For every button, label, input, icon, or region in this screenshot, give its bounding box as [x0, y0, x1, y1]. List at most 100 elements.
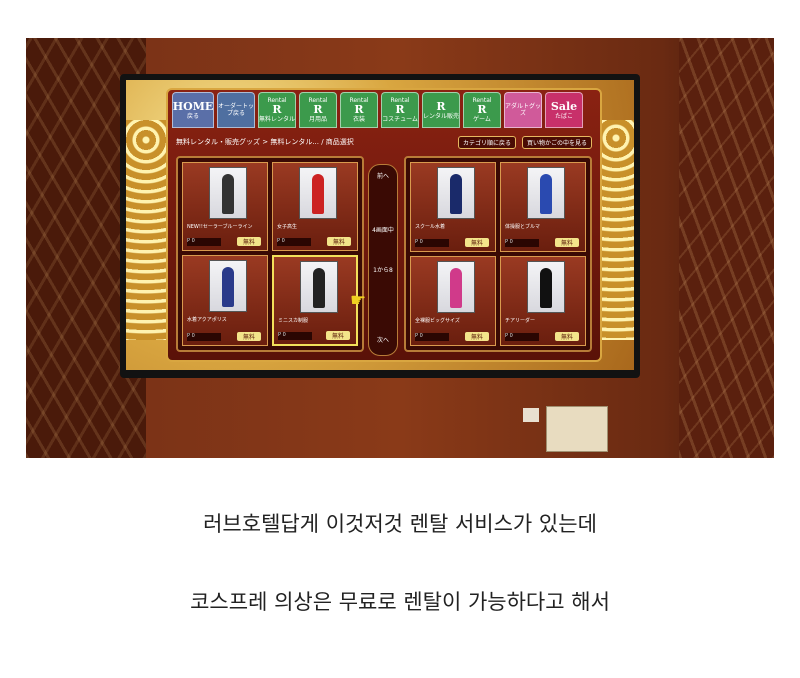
- category-tab-2[interactable]: Rental R 無料レンタル: [258, 92, 296, 128]
- product-label: ミニスカ制服: [278, 318, 309, 324]
- category-tab-3[interactable]: Rental R 月用品: [299, 92, 337, 128]
- page-scroller[interactable]: 前へ 4画面中 1から8 次へ: [368, 164, 398, 356]
- costume-figure: [312, 174, 324, 214]
- product-card[interactable]: 体操服とブルマ P 0 無料: [500, 162, 586, 252]
- price-field: P 0: [278, 332, 312, 340]
- costume-figure: [222, 267, 234, 307]
- costume-figure: [540, 174, 552, 214]
- costume-figure: [540, 268, 552, 308]
- costume-figure: [450, 174, 462, 214]
- product-label: 水着アクアポリス: [187, 317, 227, 323]
- price-field: P 0: [187, 333, 221, 341]
- tab-label: レンタル販売: [423, 112, 460, 120]
- price-field: P 0: [277, 238, 311, 246]
- product-label: チアリーダー: [505, 318, 536, 324]
- product-label: NEW!!セーラーブルーライン: [187, 224, 253, 230]
- rental-menu-panel: HOME 戻る オーダートップ戻る Rental R 無料レンタル Rental R 月用品 Re…: [166, 88, 602, 362]
- gold-decoration-right: [598, 120, 634, 340]
- wallpaper-right: [679, 38, 774, 458]
- tab-label: たばこ: [554, 112, 573, 120]
- scroller-page: 4画面中: [372, 227, 394, 234]
- free-button[interactable]: 無料: [326, 237, 351, 246]
- product-label: 全裸服ビッグサイズ: [415, 318, 460, 324]
- free-button[interactable]: 無料: [236, 237, 261, 246]
- breadcrumb-bar: 無料レンタル・販売グッズ > 無料レンタル... / 商品選択 カテゴリ順に戻る…: [176, 134, 592, 150]
- product-grid-right: スクール水着 P 0 無料 体操服とブルマ P 0 無料 全裸服ビッグサイズ P 0 無料 チアリ…: [404, 156, 592, 352]
- price-field: P 0: [187, 238, 221, 246]
- product-card[interactable]: チアリーダー P 0 無料: [500, 256, 586, 346]
- free-button[interactable]: 無料: [554, 332, 579, 341]
- tab-big-label: R: [313, 103, 323, 116]
- product-card[interactable]: スクール水着 P 0 無料: [410, 162, 496, 252]
- wall-outlet-panel: [546, 406, 608, 452]
- product-thumbnail: [527, 167, 565, 219]
- tab-big-label: R: [436, 99, 446, 113]
- price-field: P 0: [415, 333, 449, 341]
- category-tab-0[interactable]: HOME 戻る: [172, 92, 214, 128]
- free-button[interactable]: 無料: [464, 238, 489, 247]
- product-card[interactable]: 全裸服ビッグサイズ P 0 無料: [410, 256, 496, 346]
- tab-big-label: Sale: [550, 99, 578, 113]
- costume-figure: [450, 268, 462, 308]
- price-field: P 0: [505, 239, 539, 247]
- tab-big-label: R: [354, 103, 364, 116]
- caption-line-1: 러브호텔답게 이것저것 렌탈 서비스가 있는데: [203, 512, 597, 536]
- view-cart-button[interactable]: 買い物かごの中を見る: [521, 135, 592, 149]
- product-grid-left: NEW!!セーラーブルーライン P 0 無料 女子高生 P 0 無料 水着アクアポリス P 0…: [176, 156, 364, 352]
- caption-line-2: 코스프레 의상은 무료로 렌탈이 가능하다고 해서: [190, 590, 610, 614]
- tab-label: ゲーム: [473, 116, 491, 123]
- product-thumbnail: [437, 167, 475, 219]
- tab-label: アダルトグッズ: [505, 103, 542, 117]
- product-thumbnail: [299, 167, 337, 219]
- tab-big-label: HOME: [172, 99, 214, 113]
- wall-tv: HOME 戻る オーダートップ戻る Rental R 無料レンタル Rental R 月用品 Re…: [120, 74, 640, 378]
- category-tab-1[interactable]: オーダートップ戻る: [217, 92, 255, 128]
- breadcrumb: 無料レンタル・販売グッズ > 無料レンタル... / 商品選択: [176, 138, 354, 146]
- pointing-hand-icon: ☛: [350, 290, 367, 311]
- category-tab-5[interactable]: Rental R コスチューム: [381, 92, 419, 128]
- tab-big-label: R: [395, 103, 405, 116]
- free-button[interactable]: 無料: [325, 331, 350, 340]
- category-tab-9[interactable]: Sale たばこ: [545, 92, 583, 128]
- scroller-next[interactable]: 次へ: [369, 335, 397, 344]
- category-tab-7[interactable]: Rental R ゲーム: [463, 92, 501, 128]
- costume-figure: [313, 268, 325, 308]
- price-field: P 0: [415, 239, 449, 247]
- product-label: 体操服とブルマ: [505, 224, 541, 230]
- product-label: スクール水着: [415, 224, 446, 230]
- product-card[interactable]: 水着アクアポリス P 0 無料: [182, 255, 268, 346]
- category-tab-6[interactable]: R レンタル販売: [422, 92, 460, 128]
- category-tab-4[interactable]: Rental R 衣装: [340, 92, 378, 128]
- gold-decoration-left: [126, 120, 166, 340]
- product-card[interactable]: 女子高生 P 0 無料: [272, 162, 358, 251]
- tab-label: コスチューム: [382, 116, 418, 123]
- price-field: P 0: [505, 333, 539, 341]
- free-button[interactable]: 無料: [464, 332, 489, 341]
- free-button[interactable]: 無料: [236, 332, 261, 341]
- free-button[interactable]: 無料: [554, 238, 579, 247]
- scroller-prev[interactable]: 前へ: [369, 171, 397, 180]
- scroller-index: 1から8: [373, 267, 393, 274]
- tab-big-label: R: [477, 103, 487, 116]
- tab-label: オーダートップ戻る: [218, 103, 255, 117]
- hotel-room-photo: HOME 戻る オーダートップ戻る Rental R 無料レンタル Rental R 月用品 Re…: [26, 38, 774, 458]
- product-thumbnail: [209, 167, 247, 219]
- tab-big-label: R: [272, 103, 282, 116]
- category-tab-8[interactable]: アダルトグッズ: [504, 92, 542, 128]
- product-thumbnail: [209, 260, 247, 312]
- tab-label: 無料レンタル: [259, 116, 296, 123]
- product-thumbnail: [527, 261, 565, 313]
- wall-switch: [523, 408, 539, 422]
- tab-label: 衣装: [352, 116, 365, 123]
- tab-label: 戻る: [186, 112, 199, 120]
- product-thumbnail: [300, 261, 338, 313]
- product-label: 女子高生: [277, 224, 298, 230]
- costume-figure: [222, 174, 234, 214]
- product-card[interactable]: ミニスカ制服 P 0 無料: [272, 255, 358, 346]
- product-card[interactable]: NEW!!セーラーブルーライン P 0 無料: [182, 162, 268, 251]
- category-tabs: HOME 戻る オーダートップ戻る Rental R 無料レンタル Rental R 月用品 Re…: [172, 92, 583, 128]
- product-thumbnail: [437, 261, 475, 313]
- tv-screen: HOME 戻る オーダートップ戻る Rental R 無料レンタル Rental R 月用品 Re…: [126, 80, 634, 370]
- tab-label: 月用品: [308, 116, 327, 123]
- category-back-button[interactable]: カテゴリ順に戻る: [457, 135, 516, 149]
